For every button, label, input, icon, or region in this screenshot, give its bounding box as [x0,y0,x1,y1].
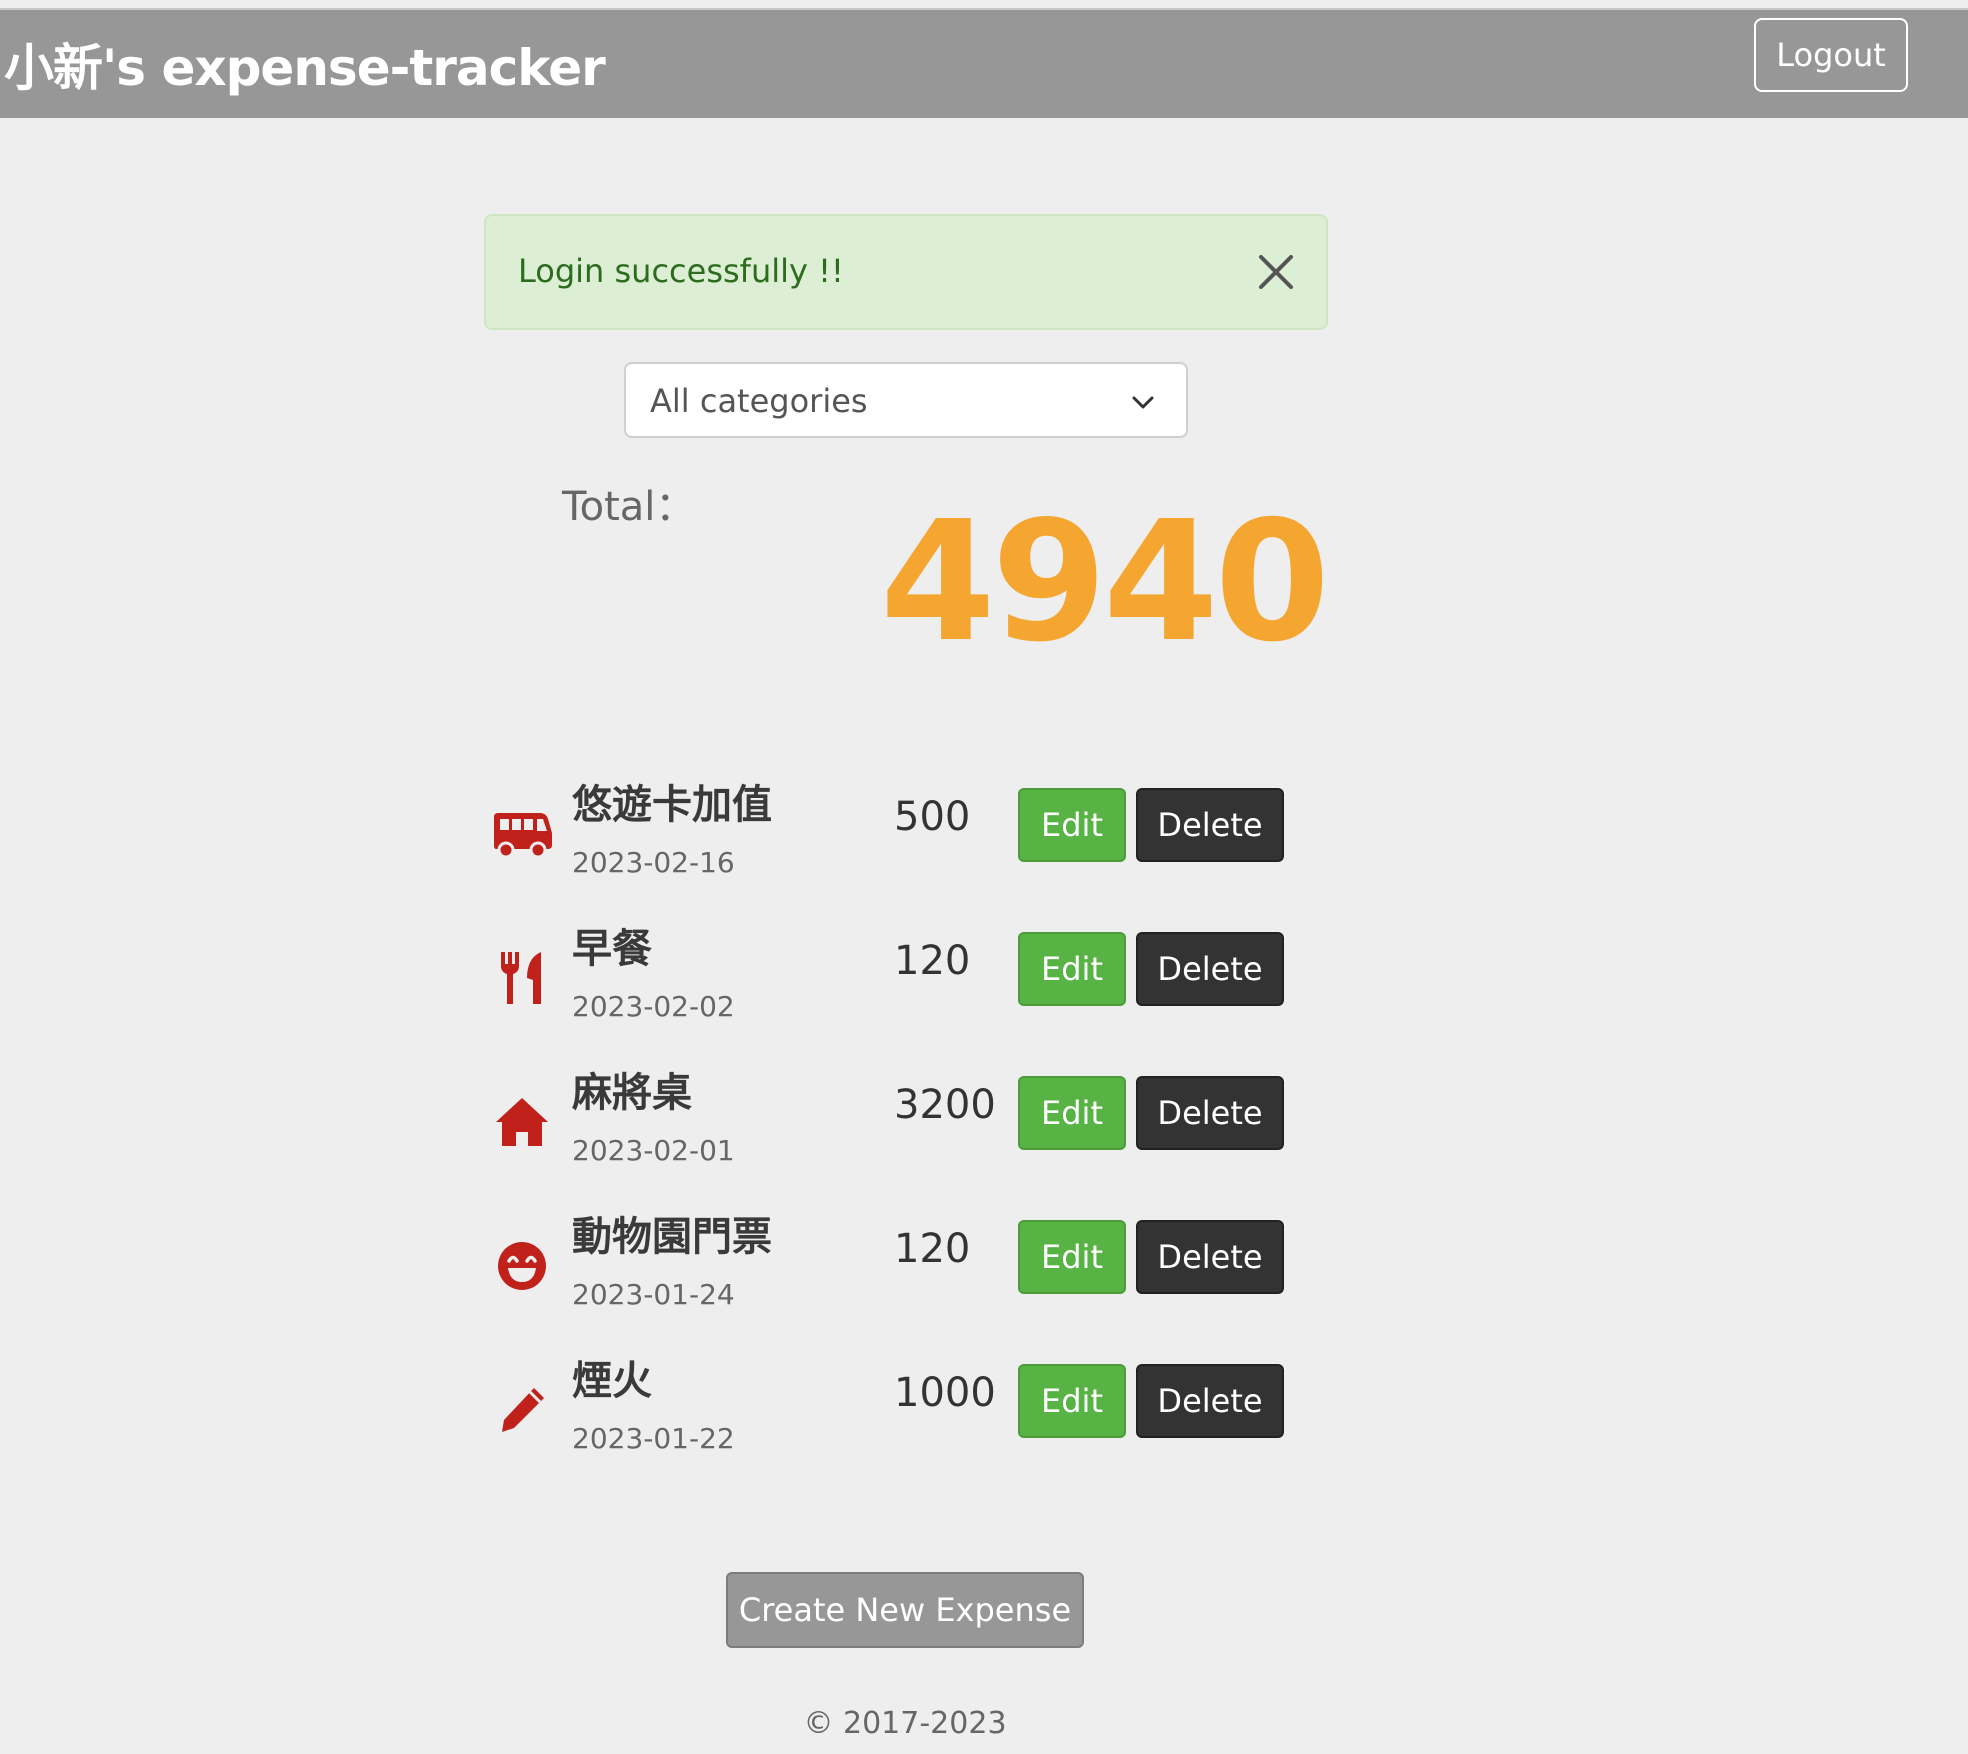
expense-amount: 3200 [894,1082,996,1128]
expense-name: 悠遊卡加值 [572,782,772,828]
expense-row: 煙火 2023-01-22 1000 Edit Delete [490,1348,1290,1478]
expense-date: 2023-02-01 [572,1134,735,1167]
total-amount: 4940 [880,486,1330,679]
expense-date: 2023-02-16 [572,846,735,879]
expense-name: 動物園門票 [572,1214,772,1260]
expense-date: 2023-01-22 [572,1422,735,1455]
create-expense-button[interactable]: Create New Expense [726,1572,1084,1648]
edit-button[interactable]: Edit [1018,1076,1126,1150]
home-icon [490,1090,554,1154]
app-title: 小新's expense-tracker [4,39,606,97]
edit-button[interactable]: Edit [1018,788,1126,862]
category-select[interactable]: All categories [624,362,1188,438]
delete-button[interactable]: Delete [1136,1220,1284,1294]
footer-copyright: © 2017-2023 [803,1706,1007,1741]
pencil-icon [490,1378,554,1442]
expense-date: 2023-02-02 [572,990,735,1023]
delete-button[interactable]: Delete [1136,1076,1284,1150]
expense-row: 悠遊卡加值 2023-02-16 500 Edit Delete [490,772,1290,902]
login-alert: Login successfully !! [484,214,1328,330]
edit-button[interactable]: Edit [1018,1220,1126,1294]
total-label: Total： [562,484,696,530]
alert-message: Login successfully !! [518,252,844,290]
chevron-down-icon [1130,390,1156,416]
utensils-icon [490,946,554,1010]
logout-button[interactable]: Logout [1754,18,1908,92]
expense-amount: 120 [894,1226,971,1272]
expense-row: 動物園門票 2023-01-24 120 Edit Delete [490,1204,1290,1334]
category-select-value: All categories [650,382,868,420]
navbar: 小新's expense-tracker Logout [0,8,1968,118]
close-icon[interactable] [1256,252,1296,292]
delete-button[interactable]: Delete [1136,932,1284,1006]
expense-name: 早餐 [572,926,652,972]
bus-icon [490,802,554,866]
expense-name: 麻將桌 [572,1070,692,1116]
expense-amount: 1000 [894,1370,996,1416]
edit-button[interactable]: Edit [1018,932,1126,1006]
expense-date: 2023-01-24 [572,1278,735,1311]
expense-row: 麻將桌 2023-02-01 3200 Edit Delete [490,1060,1290,1190]
expense-name: 煙火 [572,1358,652,1404]
smile-icon [490,1234,554,1298]
edit-button[interactable]: Edit [1018,1364,1126,1438]
expense-amount: 500 [894,794,971,840]
expense-amount: 120 [894,938,971,984]
delete-button[interactable]: Delete [1136,1364,1284,1438]
expense-row: 早餐 2023-02-02 120 Edit Delete [490,916,1290,1046]
delete-button[interactable]: Delete [1136,788,1284,862]
